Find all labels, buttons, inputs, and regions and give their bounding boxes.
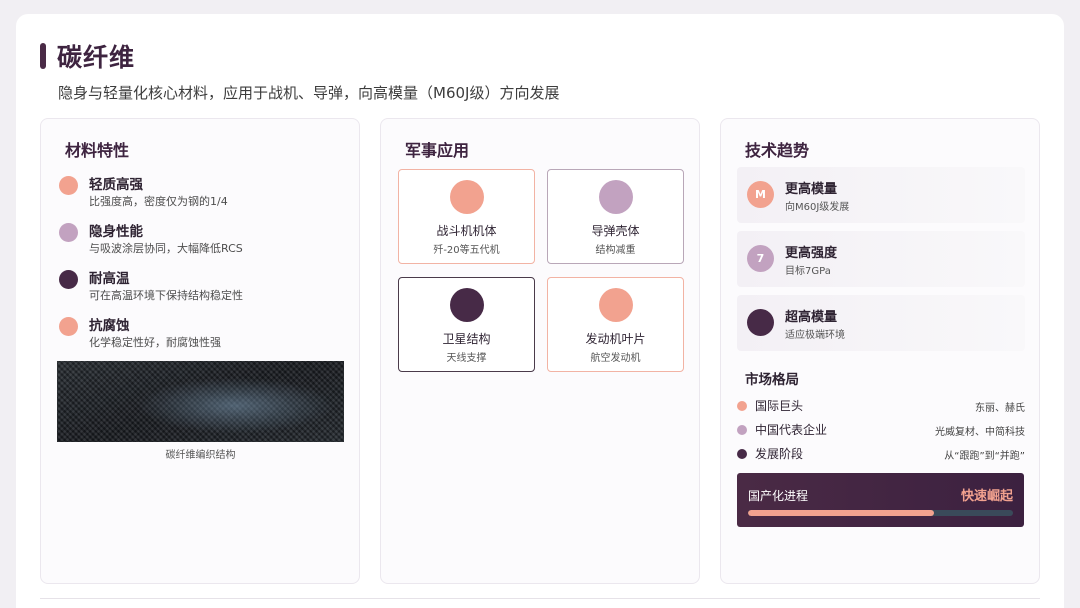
property-desc: 与吸波涂层协同，大幅降低RCS <box>89 242 243 255</box>
carbon-fiber-weave-image <box>57 361 344 442</box>
property-desc: 比强度高，密度仅为钢的1/4 <box>89 195 228 208</box>
trend-desc: 适应极端环境 <box>785 330 845 341</box>
badge-icon: 7 <box>747 245 774 272</box>
property-desc: 可在高温环境下保持结构稳定性 <box>89 289 243 302</box>
application-name: 战斗机机体 <box>436 224 497 238</box>
card-title: 材料特性 <box>65 141 130 160</box>
progress-status: 快速崛起 <box>960 489 1013 504</box>
circle-icon <box>449 180 484 214</box>
page-subtitle: 隐身与轻量化核心材料，应用于战机、导弹，向高模量（M60J级）方向发展 <box>58 84 560 102</box>
property-item: 抗腐蚀 化学稳定性好，耐腐蚀性强 <box>59 312 349 352</box>
market-value: 光威复材、中简科技 <box>935 427 1025 438</box>
market-row: 中国代表企业 光威复材、中简科技 <box>737 421 1025 439</box>
circle-icon <box>449 288 484 322</box>
property-desc: 化学稳定性好，耐腐蚀性强 <box>89 336 221 349</box>
trend-desc: 向M60J级发展 <box>785 202 850 213</box>
application-tile: 导弹壳体 结构减重 <box>547 169 684 264</box>
property-item: 轻质高强 比强度高，密度仅为钢的1/4 <box>59 171 349 211</box>
progress-fill <box>748 510 934 516</box>
page-title: 碳纤维 <box>57 43 136 72</box>
property-name: 隐身性能 <box>89 224 143 240</box>
circle-icon <box>59 176 78 195</box>
property-name: 耐高温 <box>89 271 130 287</box>
bullet-icon <box>737 449 747 459</box>
circle-icon <box>59 317 78 336</box>
bullet-icon <box>737 425 747 435</box>
localization-progress-panel: 国产化进程 快速崛起 <box>737 473 1024 527</box>
progress-label: 国产化进程 <box>748 489 809 503</box>
property-item: 耐高温 可在高温环境下保持结构稳定性 <box>59 265 349 305</box>
trend-item: 超高模量 适应极端环境 <box>737 295 1025 351</box>
trend-desc: 目标7GPa <box>785 266 831 277</box>
military-applications-card: 军事应用 战斗机机体 歼-20等五代机 导弹壳体 结构减重 卫星结构 天线支撑 … <box>380 118 700 584</box>
application-tile: 战斗机机体 歼-20等五代机 <box>398 169 535 264</box>
image-caption: 碳纤维编织结构 <box>165 450 236 461</box>
trend-item: 7 更高强度 目标7GPa <box>737 231 1025 287</box>
trend-name: 更高模量 <box>785 182 838 197</box>
circle-icon <box>59 223 78 242</box>
bottom-divider <box>40 598 1040 599</box>
market-title: 市场格局 <box>745 372 799 388</box>
application-desc: 航空发动机 <box>590 353 641 364</box>
circle-icon <box>598 180 633 214</box>
application-desc: 天线支撑 <box>446 353 487 364</box>
circle-icon <box>59 270 78 289</box>
application-tile: 卫星结构 天线支撑 <box>398 277 535 372</box>
card-title: 技术趋势 <box>745 141 810 160</box>
property-item: 隐身性能 与吸波涂层协同，大幅降低RCS <box>59 218 349 258</box>
market-row: 发展阶段 从“跟跑”到“并跑” <box>737 445 1025 463</box>
title-accent-bar <box>40 43 46 69</box>
trend-name: 更高强度 <box>785 246 838 261</box>
material-properties-card: 材料特性 轻质高强 比强度高，密度仅为钢的1/4 隐身性能 与吸波涂层协同，大幅… <box>40 118 360 584</box>
market-value: 东丽、赫氏 <box>975 403 1025 414</box>
application-name: 导弹壳体 <box>591 224 640 238</box>
progress-track <box>748 510 1013 516</box>
market-row: 国际巨头 东丽、赫氏 <box>737 397 1025 415</box>
application-desc: 结构减重 <box>595 245 636 256</box>
bullet-icon <box>737 401 747 411</box>
technology-trends-card: 技术趋势 M 更高模量 向M60J级发展 7 更高强度 目标7GPa 超高模量 … <box>720 118 1040 584</box>
application-name: 发动机叶片 <box>585 332 646 346</box>
trend-name: 超高模量 <box>785 310 838 325</box>
application-name: 卫星结构 <box>442 332 491 346</box>
trend-item: M 更高模量 向M60J级发展 <box>737 167 1025 223</box>
badge-icon <box>747 309 774 336</box>
circle-icon <box>598 288 633 322</box>
market-label: 发展阶段 <box>755 447 804 461</box>
property-name: 抗腐蚀 <box>89 318 130 334</box>
application-desc: 歼-20等五代机 <box>433 245 500 256</box>
application-tile: 发动机叶片 航空发动机 <box>547 277 684 372</box>
market-label: 中国代表企业 <box>755 423 828 437</box>
card-title: 军事应用 <box>405 141 470 160</box>
badge-icon: M <box>747 181 774 208</box>
market-value: 从“跟跑”到“并跑” <box>944 451 1025 462</box>
market-label: 国际巨头 <box>755 399 804 413</box>
property-name: 轻质高强 <box>89 177 143 193</box>
